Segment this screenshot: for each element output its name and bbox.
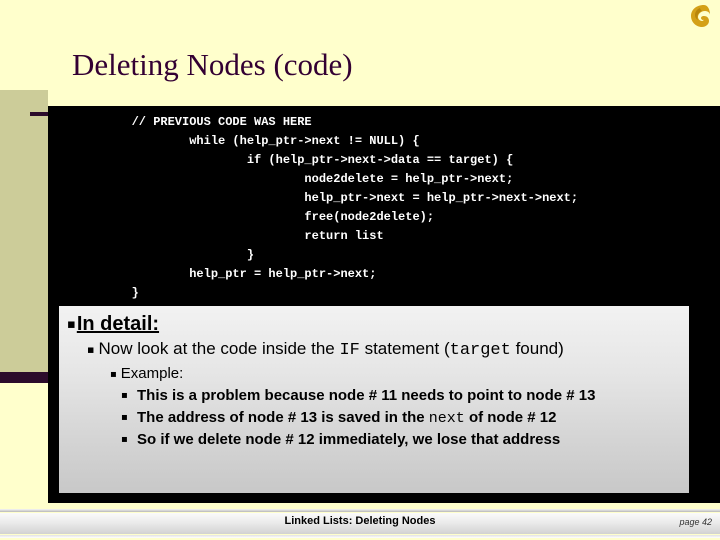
footer-title: Linked Lists: Deleting Nodes — [284, 515, 436, 527]
footer-page-number: page 42 — [679, 517, 712, 527]
slide: Deleting Nodes (code) // PREVIOUS CODE W… — [0, 0, 720, 540]
swirl-logo-icon — [686, 2, 712, 30]
bullet-level4-part1: The address of node # 13 is saved in the — [137, 408, 429, 426]
bullet-square-icon: ▪ — [87, 342, 95, 356]
left-decorative-band — [0, 90, 48, 372]
bullet-level2-code-target: target — [449, 341, 511, 361]
bullet-level4-part2: of node # 12 — [464, 408, 557, 426]
bullet-level2-code-if: IF — [339, 341, 360, 361]
bullet-level1-in-detail: ▪In detail: — [67, 312, 681, 337]
code-block: // PREVIOUS CODE WAS HERE while (help_pt… — [131, 115, 579, 300]
bullet-level4-item-2: ▪ The address of node # 13 is saved in th… — [121, 408, 557, 427]
bullet-level4-code-next: next — [428, 409, 465, 427]
footer: Linked Lists: Deleting Nodes page 42 — [0, 509, 720, 540]
bullet-square-icon: ▪ — [110, 368, 117, 380]
bullet-square-icon: ▪ — [67, 317, 76, 333]
footer-divider-top — [0, 509, 720, 512]
bullet-level3-example: ▪ Example: — [110, 363, 681, 385]
bullet-level4-item-3: ▪ So if we delete node # 12 immediately, … — [121, 430, 561, 448]
bullet-level4-part1: This is a problem because node # 11 need… — [137, 386, 596, 404]
page-title: Deleting Nodes (code) — [72, 47, 353, 82]
footer-divider-bottom — [0, 535, 720, 538]
bullet-level2-part1: Now look at the code inside the — [98, 339, 340, 359]
bullet-level3-label: Example: — [120, 365, 184, 383]
detail-box: ▪In detail: ▪ Now look at the code inside… — [59, 306, 689, 493]
bullet-level4-part1: So if we delete node # 12 immediately, w… — [137, 430, 561, 448]
bullet-level2-now-look: ▪ Now look at the code inside the IF stat… — [87, 337, 681, 363]
bullet-level1-label: In detail: — [76, 313, 160, 335]
bullet-level4-item-1: ▪ This is a problem because node # 11 nee… — [121, 386, 596, 404]
bullet-level2-part2: statement ( — [359, 339, 450, 359]
bullet-level2-part3: found) — [510, 339, 564, 359]
band-bottom-accent-bar — [0, 372, 48, 383]
